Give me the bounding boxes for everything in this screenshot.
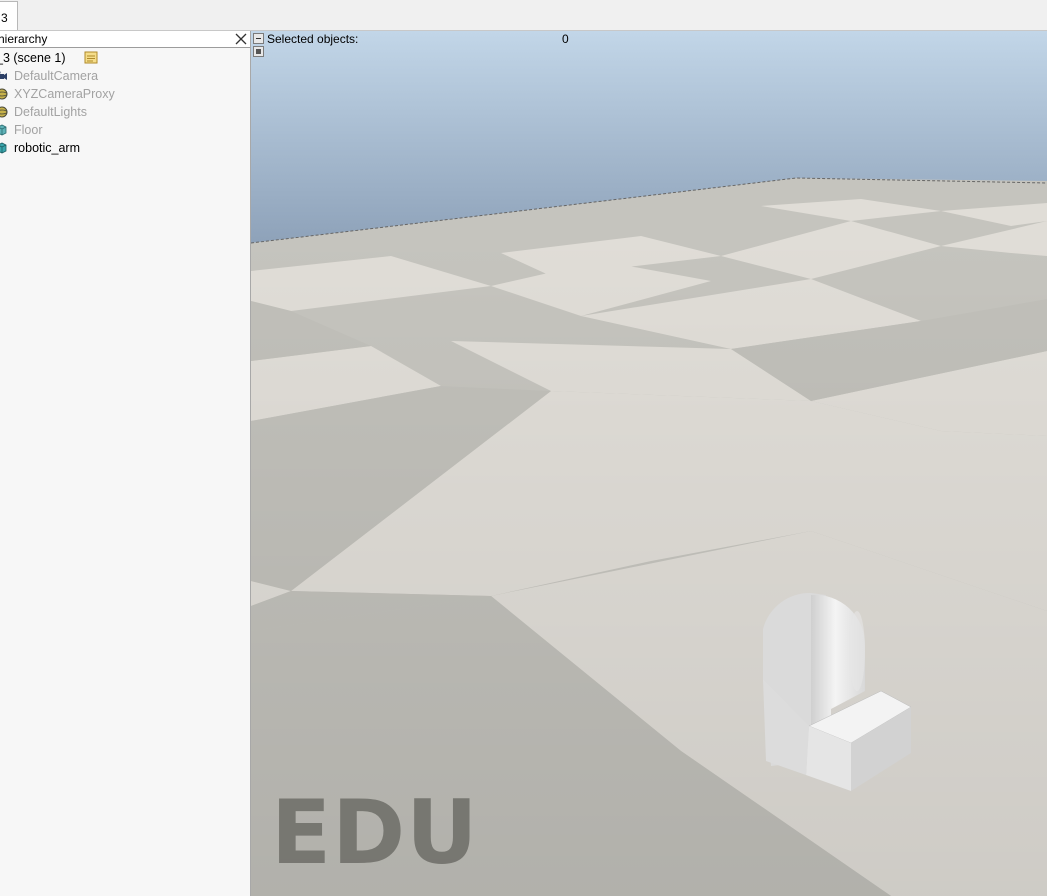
viewport-render xyxy=(251,31,1047,896)
hierarchy-tree: _3 (scene 1) DefaultCamera XYZCameraProx… xyxy=(0,49,250,157)
scene-tab[interactable]: 3 xyxy=(0,1,18,30)
document-tab-strip: 3 xyxy=(0,0,1047,31)
cube-icon xyxy=(0,124,7,136)
tree-item-label: XYZCameraProxy xyxy=(14,87,115,101)
square-icon xyxy=(256,49,261,54)
tree-item-scene[interactable]: _3 (scene 1) xyxy=(0,49,250,67)
minus-icon xyxy=(256,38,261,39)
scene-hierarchy-panel: hierarchy _3 (scene 1) DefaultCamera XYZ… xyxy=(0,31,251,896)
edu-watermark: EDU xyxy=(271,781,479,884)
tree-item-label: Floor xyxy=(14,123,43,137)
selected-objects-count: 0 xyxy=(562,32,569,46)
close-icon[interactable] xyxy=(234,32,248,46)
selected-objects-label: Selected objects: xyxy=(267,32,359,46)
tree-item-robotic-arm[interactable]: robotic_arm xyxy=(0,139,250,157)
tree-item-label: robotic_arm xyxy=(14,141,80,155)
cube-icon xyxy=(0,142,7,154)
tree-item-label: DefaultLights xyxy=(14,105,87,119)
tree-item-label: DefaultCamera xyxy=(14,69,99,83)
tree-item-defaultlights[interactable]: DefaultLights xyxy=(0,103,250,121)
tree-item-xyzcameraproxy[interactable]: XYZCameraProxy xyxy=(0,85,250,103)
tree-item-defaultcamera[interactable]: DefaultCamera xyxy=(0,67,250,85)
tree-item-label: _3 (scene 1) xyxy=(0,51,66,65)
tree-item-floor[interactable]: Floor xyxy=(0,121,250,139)
viewport-options-button[interactable] xyxy=(253,46,264,57)
scene-viewport[interactable]: Selected objects: 0 EDU xyxy=(251,31,1047,896)
scene-tab-label: 3 xyxy=(1,11,8,25)
sphere-icon xyxy=(0,106,8,118)
sphere-icon xyxy=(0,88,8,100)
collapse-toggle-button[interactable] xyxy=(253,33,264,44)
hierarchy-title: hierarchy xyxy=(0,32,48,46)
camera-icon xyxy=(0,71,7,80)
scene-root-icon[interactable] xyxy=(84,51,98,64)
hierarchy-header: hierarchy xyxy=(0,31,250,48)
